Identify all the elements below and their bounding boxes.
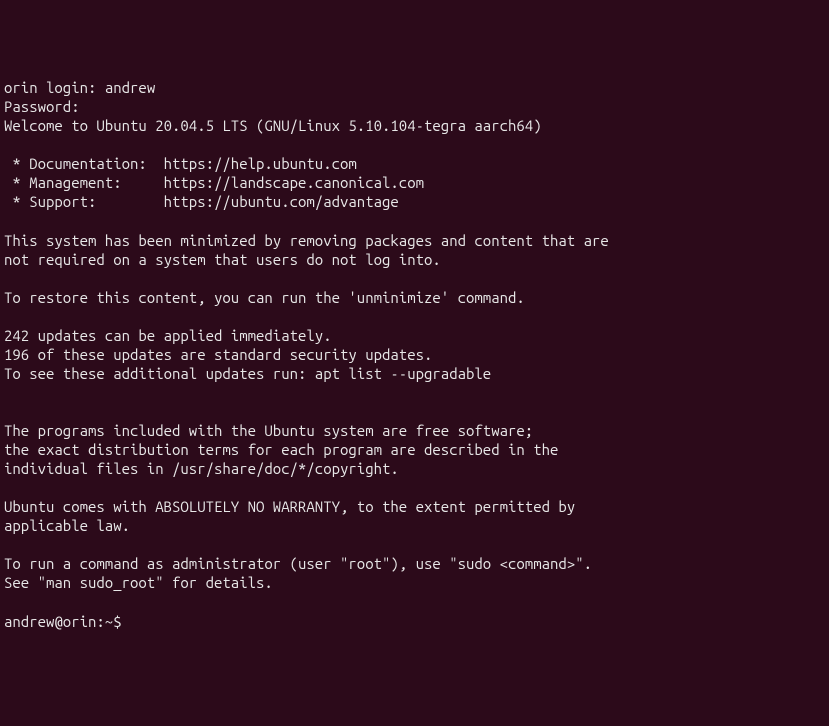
warranty-line2: applicable law. xyxy=(4,517,130,534)
legal-line2: the exact distribution terms for each pr… xyxy=(4,441,558,458)
updates-count: 242 updates can be applied immediately. xyxy=(4,327,332,344)
restore-info: To restore this content, you can run the… xyxy=(4,289,525,306)
support-link-line: * Support: https://ubuntu.com/advantage xyxy=(4,193,399,210)
management-link-line: * Management: https://landscape.canonica… xyxy=(4,174,424,191)
warranty-line1: Ubuntu comes with ABSOLUTELY NO WARRANTY… xyxy=(4,498,575,515)
doc-link-line: * Documentation: https://help.ubuntu.com xyxy=(4,155,357,172)
updates-security: 196 of these updates are standard securi… xyxy=(4,346,432,363)
login-prompt: orin login: xyxy=(4,79,105,96)
legal-line1: The programs included with the Ubuntu sy… xyxy=(4,422,533,439)
updates-see: To see these additional updates run: apt… xyxy=(4,365,491,382)
login-username: andrew xyxy=(105,79,155,96)
terminal-output: orin login: andrew Password: Welcome to … xyxy=(4,78,825,630)
shell-prompt[interactable]: andrew@orin:~$ xyxy=(4,613,130,630)
welcome-message: Welcome to Ubuntu 20.04.5 LTS (GNU/Linux… xyxy=(4,117,542,134)
sudo-line1: To run a command as administrator (user … xyxy=(4,555,592,572)
minimize-info-line1: This system has been minimized by removi… xyxy=(4,232,609,249)
sudo-line2: See "man sudo_root" for details. xyxy=(4,574,273,591)
minimize-info-line2: not required on a system that users do n… xyxy=(4,251,441,268)
legal-line3: individual files in /usr/share/doc/*/cop… xyxy=(4,460,399,477)
password-prompt: Password: xyxy=(4,98,80,115)
